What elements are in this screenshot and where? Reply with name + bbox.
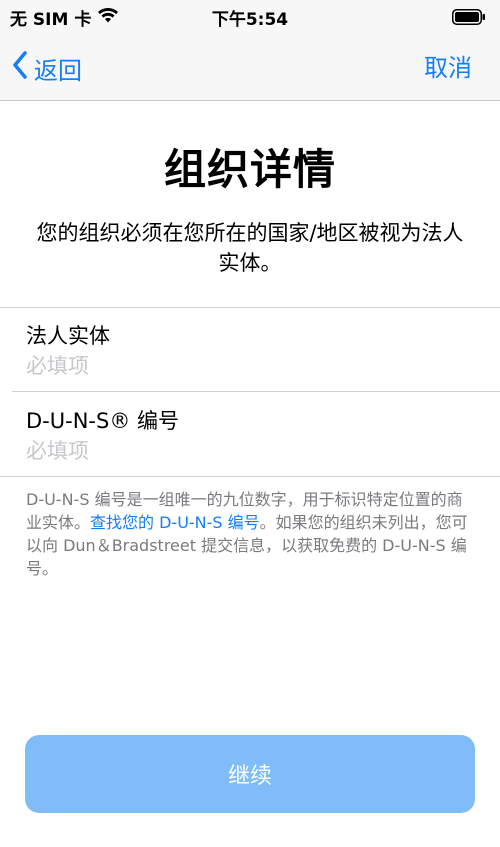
continue-button[interactable]: 继续 xyxy=(25,735,475,813)
form-bottom-divider xyxy=(0,476,500,477)
page-subtitle: 您的组织必须在您所在的国家/地区被视为法人实体。 xyxy=(36,221,464,275)
duns-help-text: D-U-N-S 编号是一组唯一的九位数字，用于标识特定位置的商业实体。查找您的 … xyxy=(26,488,474,580)
legal-entity-input[interactable] xyxy=(26,351,466,381)
form-top-divider xyxy=(0,307,500,308)
chevron-left-icon xyxy=(12,51,34,85)
back-button[interactable]: 返回 xyxy=(12,50,82,86)
back-label: 返回 xyxy=(34,56,82,85)
battery-icon xyxy=(452,9,486,25)
field-divider xyxy=(12,391,500,392)
duns-number-label: D-U-N-S® 编号 xyxy=(26,409,179,433)
legal-entity-label: 法人实体 xyxy=(26,324,110,348)
status-bar: 无 SIM 卡 下午5:54 xyxy=(0,0,500,36)
duns-number-input[interactable] xyxy=(26,436,466,466)
page-title: 组织详情 xyxy=(163,145,336,194)
navigation-bar: 返回 取消 xyxy=(0,36,500,101)
status-time: 下午5:54 xyxy=(211,10,289,30)
cancel-button[interactable]: 取消 xyxy=(424,50,472,86)
find-duns-link[interactable]: 查找您的 D-U-N-S 编号 xyxy=(90,513,260,532)
